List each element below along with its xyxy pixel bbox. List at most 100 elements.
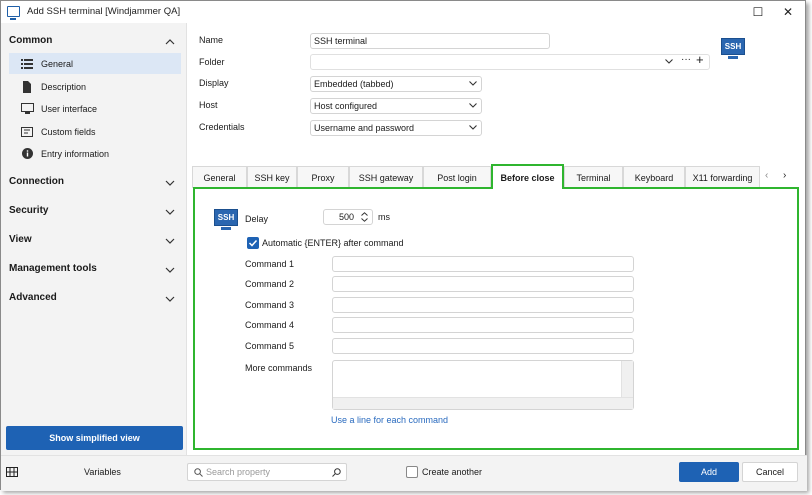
section-common[interactable]: Common <box>9 35 179 51</box>
sidebar: Common General Description User interfac… <box>1 23 187 455</box>
command-2-label: Command 2 <box>245 279 295 289</box>
tab-general[interactable]: General <box>192 166 247 188</box>
chevron-down-icon <box>469 103 477 108</box>
tab-keyboard[interactable]: Keyboard <box>623 166 685 188</box>
cancel-button[interactable]: Cancel <box>742 462 798 482</box>
section-label: Connection <box>9 176 64 187</box>
sidebar-item-label: Custom fields <box>41 126 96 137</box>
display-label: Display <box>199 78 229 88</box>
tab-bar: General SSH key Proxy SSH gateway Post l… <box>192 164 801 189</box>
delay-spinbox[interactable]: 500 <box>323 209 373 225</box>
command-5-input[interactable] <box>332 338 634 354</box>
create-another-label: Create another <box>422 467 483 477</box>
auto-enter-label: Automatic {ENTER} after command <box>262 238 404 248</box>
command-5-label: Command 5 <box>245 341 295 351</box>
sidebar-item-custom-fields[interactable]: Custom fields <box>9 121 181 142</box>
info-icon <box>19 148 35 159</box>
tab-before-close[interactable]: Before close <box>491 164 564 189</box>
chevron-down-icon[interactable] <box>665 59 673 64</box>
chevron-down-icon <box>165 209 175 215</box>
sidebar-item-description[interactable]: Description <box>9 76 181 97</box>
section-label: Common <box>9 35 53 46</box>
more-commands-label: More commands <box>245 363 313 373</box>
ssh-logo-icon: SSH <box>721 38 745 60</box>
spinner-arrows-icon[interactable] <box>361 212 368 222</box>
close-button[interactable]: ✕ <box>777 4 799 20</box>
host-value: Host configured <box>314 101 378 111</box>
window-title: Add SSH terminal [Windjammer QA] <box>27 6 181 17</box>
sidebar-item-entry-information[interactable]: Entry information <box>9 143 181 164</box>
tab-scroll-right-icon[interactable]: › <box>783 170 786 181</box>
delay-label: Delay <box>245 214 269 224</box>
command-1-label: Command 1 <box>245 259 295 269</box>
chevron-down-icon <box>165 296 175 302</box>
tab-ssh-gateway[interactable]: SSH gateway <box>349 166 423 188</box>
before-close-panel: SSH Delay 500 ms Automatic {ENTER} after… <box>193 187 799 450</box>
add-button[interactable]: Add <box>679 462 739 482</box>
name-label: Name <box>199 35 224 45</box>
command-4-input[interactable] <box>332 317 634 333</box>
section-view[interactable]: View <box>9 234 179 250</box>
grid-icon[interactable] <box>6 467 18 477</box>
more-commands-textarea[interactable] <box>332 360 634 410</box>
chevron-down-icon <box>469 125 477 130</box>
ssh-logo-icon: SSH <box>214 209 238 231</box>
section-label: Advanced <box>9 292 57 303</box>
sidebar-item-label: Description <box>41 81 87 92</box>
textarea-horizontal-scrollbar[interactable] <box>333 397 633 409</box>
section-label: Security <box>9 205 49 216</box>
command-3-input[interactable] <box>332 297 634 313</box>
tab-scroll-left-icon[interactable]: ‹ <box>765 170 768 181</box>
section-label: View <box>9 234 32 245</box>
chevron-down-icon <box>165 238 175 244</box>
tab-post-login[interactable]: Post login <box>423 166 491 188</box>
section-advanced[interactable]: Advanced <box>9 292 179 308</box>
custom-fields-icon <box>19 126 35 137</box>
search-property-input[interactable]: Search property <box>187 463 347 481</box>
show-simplified-view-button[interactable]: Show simplified view <box>6 426 183 450</box>
folder-input[interactable] <box>310 54 710 70</box>
variables-button[interactable]: Variables <box>84 467 121 477</box>
auto-enter-checkbox[interactable] <box>247 237 259 249</box>
folder-label: Folder <box>199 57 225 67</box>
tab-ssh-key[interactable]: SSH key <box>247 166 297 188</box>
maximize-button[interactable]: ☐ <box>747 4 769 20</box>
host-select[interactable]: Host configured <box>310 98 482 114</box>
chevron-down-icon <box>165 180 175 186</box>
display-select[interactable]: Embedded (tabbed) <box>310 76 482 92</box>
sidebar-item-general[interactable]: General <box>9 53 181 74</box>
credentials-select[interactable]: Username and password <box>310 120 482 136</box>
credentials-label: Credentials <box>199 122 245 132</box>
tab-terminal[interactable]: Terminal <box>564 166 623 188</box>
textarea-scrollbar[interactable] <box>621 361 633 397</box>
section-security[interactable]: Security <box>9 205 179 221</box>
tab-proxy[interactable]: Proxy <box>297 166 349 188</box>
command-3-label: Command 3 <box>245 300 295 310</box>
terminal-icon <box>7 6 20 20</box>
search-icon[interactable] <box>332 468 341 477</box>
more-options-icon[interactable]: ··· <box>681 54 691 65</box>
checkmark-icon <box>248 239 258 247</box>
sidebar-item-label: General <box>41 58 74 69</box>
ssh-logo-text: SSH <box>721 38 745 55</box>
tab-x11-forwarding[interactable]: X11 forwarding <box>685 166 760 188</box>
command-2-input[interactable] <box>332 276 634 292</box>
add-folder-icon[interactable]: + <box>696 52 704 67</box>
host-label: Host <box>199 100 218 110</box>
section-management-tools[interactable]: Management tools <box>9 263 179 279</box>
sidebar-item-label: Entry information <box>41 148 110 159</box>
section-connection[interactable]: Connection <box>9 176 179 192</box>
chevron-down-icon <box>469 81 477 86</box>
line-per-command-hint-link[interactable]: Use a line for each command <box>331 415 448 425</box>
command-1-input[interactable] <box>332 256 634 272</box>
credentials-value: Username and password <box>314 123 415 133</box>
create-another-checkbox[interactable] <box>406 466 418 478</box>
monitor-icon <box>19 103 35 114</box>
list-icon <box>19 58 35 69</box>
name-input[interactable]: SSH terminal <box>310 33 550 49</box>
display-value: Embedded (tabbed) <box>314 79 394 89</box>
sidebar-item-user-interface[interactable]: User interface <box>9 98 181 119</box>
ssh-logo-text: SSH <box>214 209 238 226</box>
sidebar-item-label: User interface <box>41 103 98 114</box>
delay-value: 500 <box>338 212 354 222</box>
